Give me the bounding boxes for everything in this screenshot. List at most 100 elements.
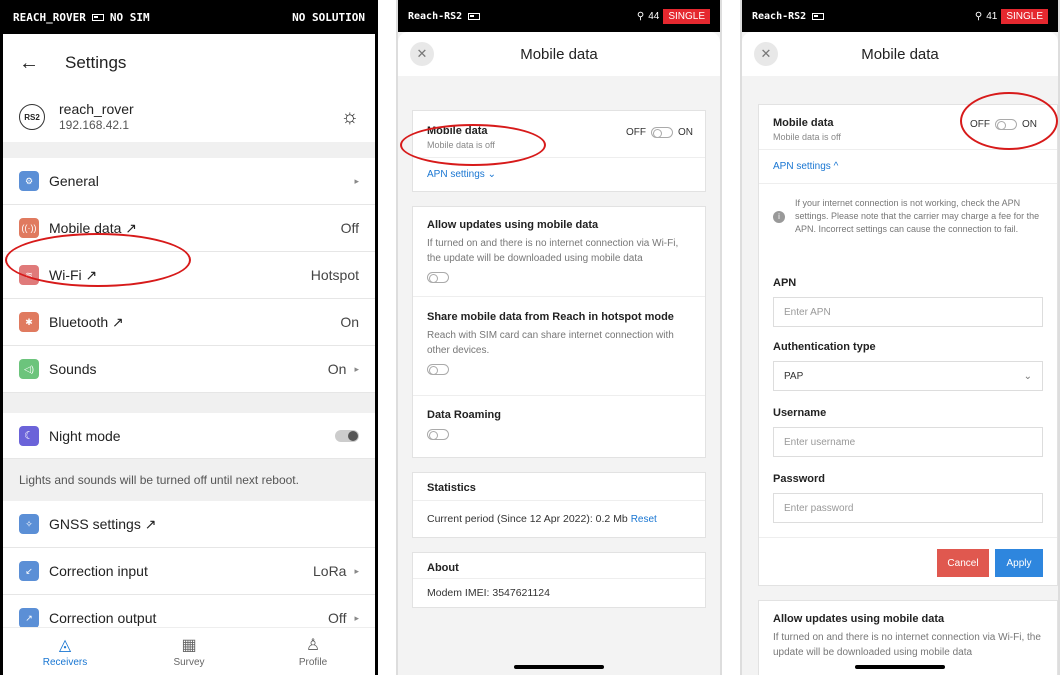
solution-status: NO SOLUTION (292, 10, 365, 24)
row-icon: ✱ (19, 312, 39, 332)
modal-header: ✕ Mobile data (742, 32, 1058, 76)
about-card: About Modem IMEI: 3547621124 (412, 552, 706, 608)
row-value: On (340, 314, 359, 330)
statistics-card: Statistics Current period (Since 12 Apr … (412, 472, 706, 538)
mobile-data-switch[interactable]: OFF ON (626, 127, 693, 138)
statistics-text: Current period (Since 12 Apr 2022): 0.2 … (427, 513, 628, 525)
home-indicator (514, 665, 604, 669)
card-subtitle: Mobile data is off (773, 132, 841, 142)
status-bar: Reach-RS2 ⚲ 41 SINGLE (742, 0, 1058, 32)
row-label: Bluetooth ↗ (49, 313, 124, 330)
chevron-right-icon: ▸ (354, 175, 359, 186)
auth-type-label: Authentication type (773, 341, 876, 353)
device-ip: 192.168.42.1 (59, 118, 130, 132)
off-label: OFF (626, 127, 646, 138)
satellite-icon: ⚲ (636, 10, 645, 22)
nav-profile[interactable]: ♙ Profile (251, 628, 375, 675)
apn-info: i If your internet connection is not wor… (773, 197, 1043, 236)
apply-button[interactable]: Apply (995, 549, 1043, 577)
row-value: On (327, 361, 347, 377)
settings-row[interactable]: ✧ GNSS settings ↗ (3, 501, 375, 548)
section-gap (3, 142, 375, 158)
device-name: Reach-RS2 (408, 10, 463, 22)
solution-badge: SINGLE (663, 8, 710, 24)
allow-updates-toggle[interactable] (427, 272, 449, 284)
device-card[interactable]: RS2 reach_rover 192.168.42.1 ☼ (3, 92, 375, 142)
row-icon: ↙ (19, 561, 39, 581)
chevron-right-icon: ▸ (354, 565, 359, 576)
settings-row[interactable]: ✱ Bluetooth ↗ On (3, 299, 375, 346)
allow-updates-text: If turned on and there is no internet co… (427, 238, 679, 264)
roaming-toggle[interactable] (427, 429, 449, 440)
settings-row[interactable]: ⚙ General ▸ (3, 158, 375, 205)
sim-status: NO SIM (109, 10, 150, 24)
row-value: LoRa (313, 563, 347, 579)
modal-title: Mobile data (861, 45, 939, 63)
brightness-icon[interactable]: ☼ (341, 106, 359, 129)
page-title: Settings (65, 53, 127, 72)
night-mode-label: Night mode (49, 427, 121, 444)
header: ← Settings (3, 34, 375, 92)
apn-settings-link[interactable]: APN settings ⌄ (427, 169, 496, 180)
settings-row[interactable]: ↙ Correction input LoRa ▸ (3, 548, 375, 595)
status-bar: Reach-RS2 ⚲ 44 SINGLE (398, 0, 720, 32)
row-label: General (49, 173, 99, 189)
device-name: REACH_ROVER (13, 10, 86, 24)
mobile-data-card: Mobile data Mobile data is off OFF ON APN… (758, 104, 1058, 586)
share-data-text: Reach with SIM card can share internet c… (427, 330, 674, 356)
row-value: Off (328, 610, 347, 626)
annotation-oval (400, 124, 546, 166)
close-icon[interactable]: ✕ (410, 42, 434, 66)
moon-icon: ☾ (19, 425, 39, 446)
row-icon: ✧ (19, 514, 39, 534)
nav-survey[interactable]: ▦ Survey (127, 628, 251, 675)
device-name: Reach-RS2 (752, 10, 807, 22)
night-mode-note: Lights and sounds will be turned off unt… (3, 459, 375, 501)
apn-label: APN (773, 277, 797, 289)
share-data-toggle[interactable] (427, 364, 449, 376)
apn-input[interactable]: Enter APN (773, 297, 1043, 327)
chevron-right-icon: ▸ (354, 612, 359, 623)
toggle-switch[interactable] (651, 127, 673, 138)
row-label: Correction input (49, 563, 148, 579)
row-label: Sounds (49, 361, 97, 377)
on-label: ON (678, 127, 693, 138)
night-mode-row[interactable]: ☾ Night mode (3, 413, 375, 459)
auth-type-select[interactable]: PAP ⌄ (773, 361, 1043, 391)
card-title: Mobile data (773, 117, 834, 129)
row-icon: ⚙ (19, 171, 39, 191)
cancel-button[interactable]: Cancel (937, 549, 989, 577)
row-label: Correction output (49, 610, 157, 626)
satellite-icon: ⚲ (974, 10, 983, 22)
row-label: GNSS settings ↗ (49, 515, 157, 532)
solution-badge: SINGLE (1001, 8, 1048, 24)
map-icon: ▦ (181, 637, 197, 654)
battery-icon (812, 12, 825, 20)
nav-label: Receivers (42, 657, 88, 668)
reset-link[interactable]: Reset (631, 514, 657, 525)
battery-icon (468, 12, 481, 20)
row-icon: ↗ (19, 608, 39, 628)
close-icon[interactable]: ✕ (754, 42, 778, 66)
nav-receivers[interactable]: ◬ Receivers (3, 628, 127, 675)
annotation-oval (5, 233, 191, 287)
bottom-nav: ◬ Receivers ▦ Survey ♙ Profile (3, 627, 375, 675)
auth-type-value: PAP (784, 370, 804, 382)
statistics-title: Statistics (427, 482, 476, 494)
settings-row[interactable]: ◁) Sounds On ▸ (3, 346, 375, 393)
row-value: Hotspot (310, 267, 359, 283)
device-badge: RS2 (19, 104, 45, 130)
nav-label: Profile (298, 657, 328, 668)
apn-settings-link[interactable]: APN settings ^ (773, 161, 838, 172)
row-icon: ◁) (19, 359, 39, 379)
back-arrow-icon[interactable]: ← (19, 52, 39, 75)
apn-info-text: If your internet connection is not worki… (795, 198, 1040, 234)
about-title: About (427, 562, 459, 574)
receivers-icon: ◬ (58, 637, 72, 654)
annotation-oval (960, 92, 1058, 150)
password-input[interactable]: Enter password (773, 493, 1043, 523)
allow-updates-title: Allow updates using mobile data (427, 219, 599, 231)
username-input[interactable]: Enter username (773, 427, 1043, 457)
night-mode-toggle[interactable] (335, 429, 359, 442)
section-gap (3, 393, 375, 413)
